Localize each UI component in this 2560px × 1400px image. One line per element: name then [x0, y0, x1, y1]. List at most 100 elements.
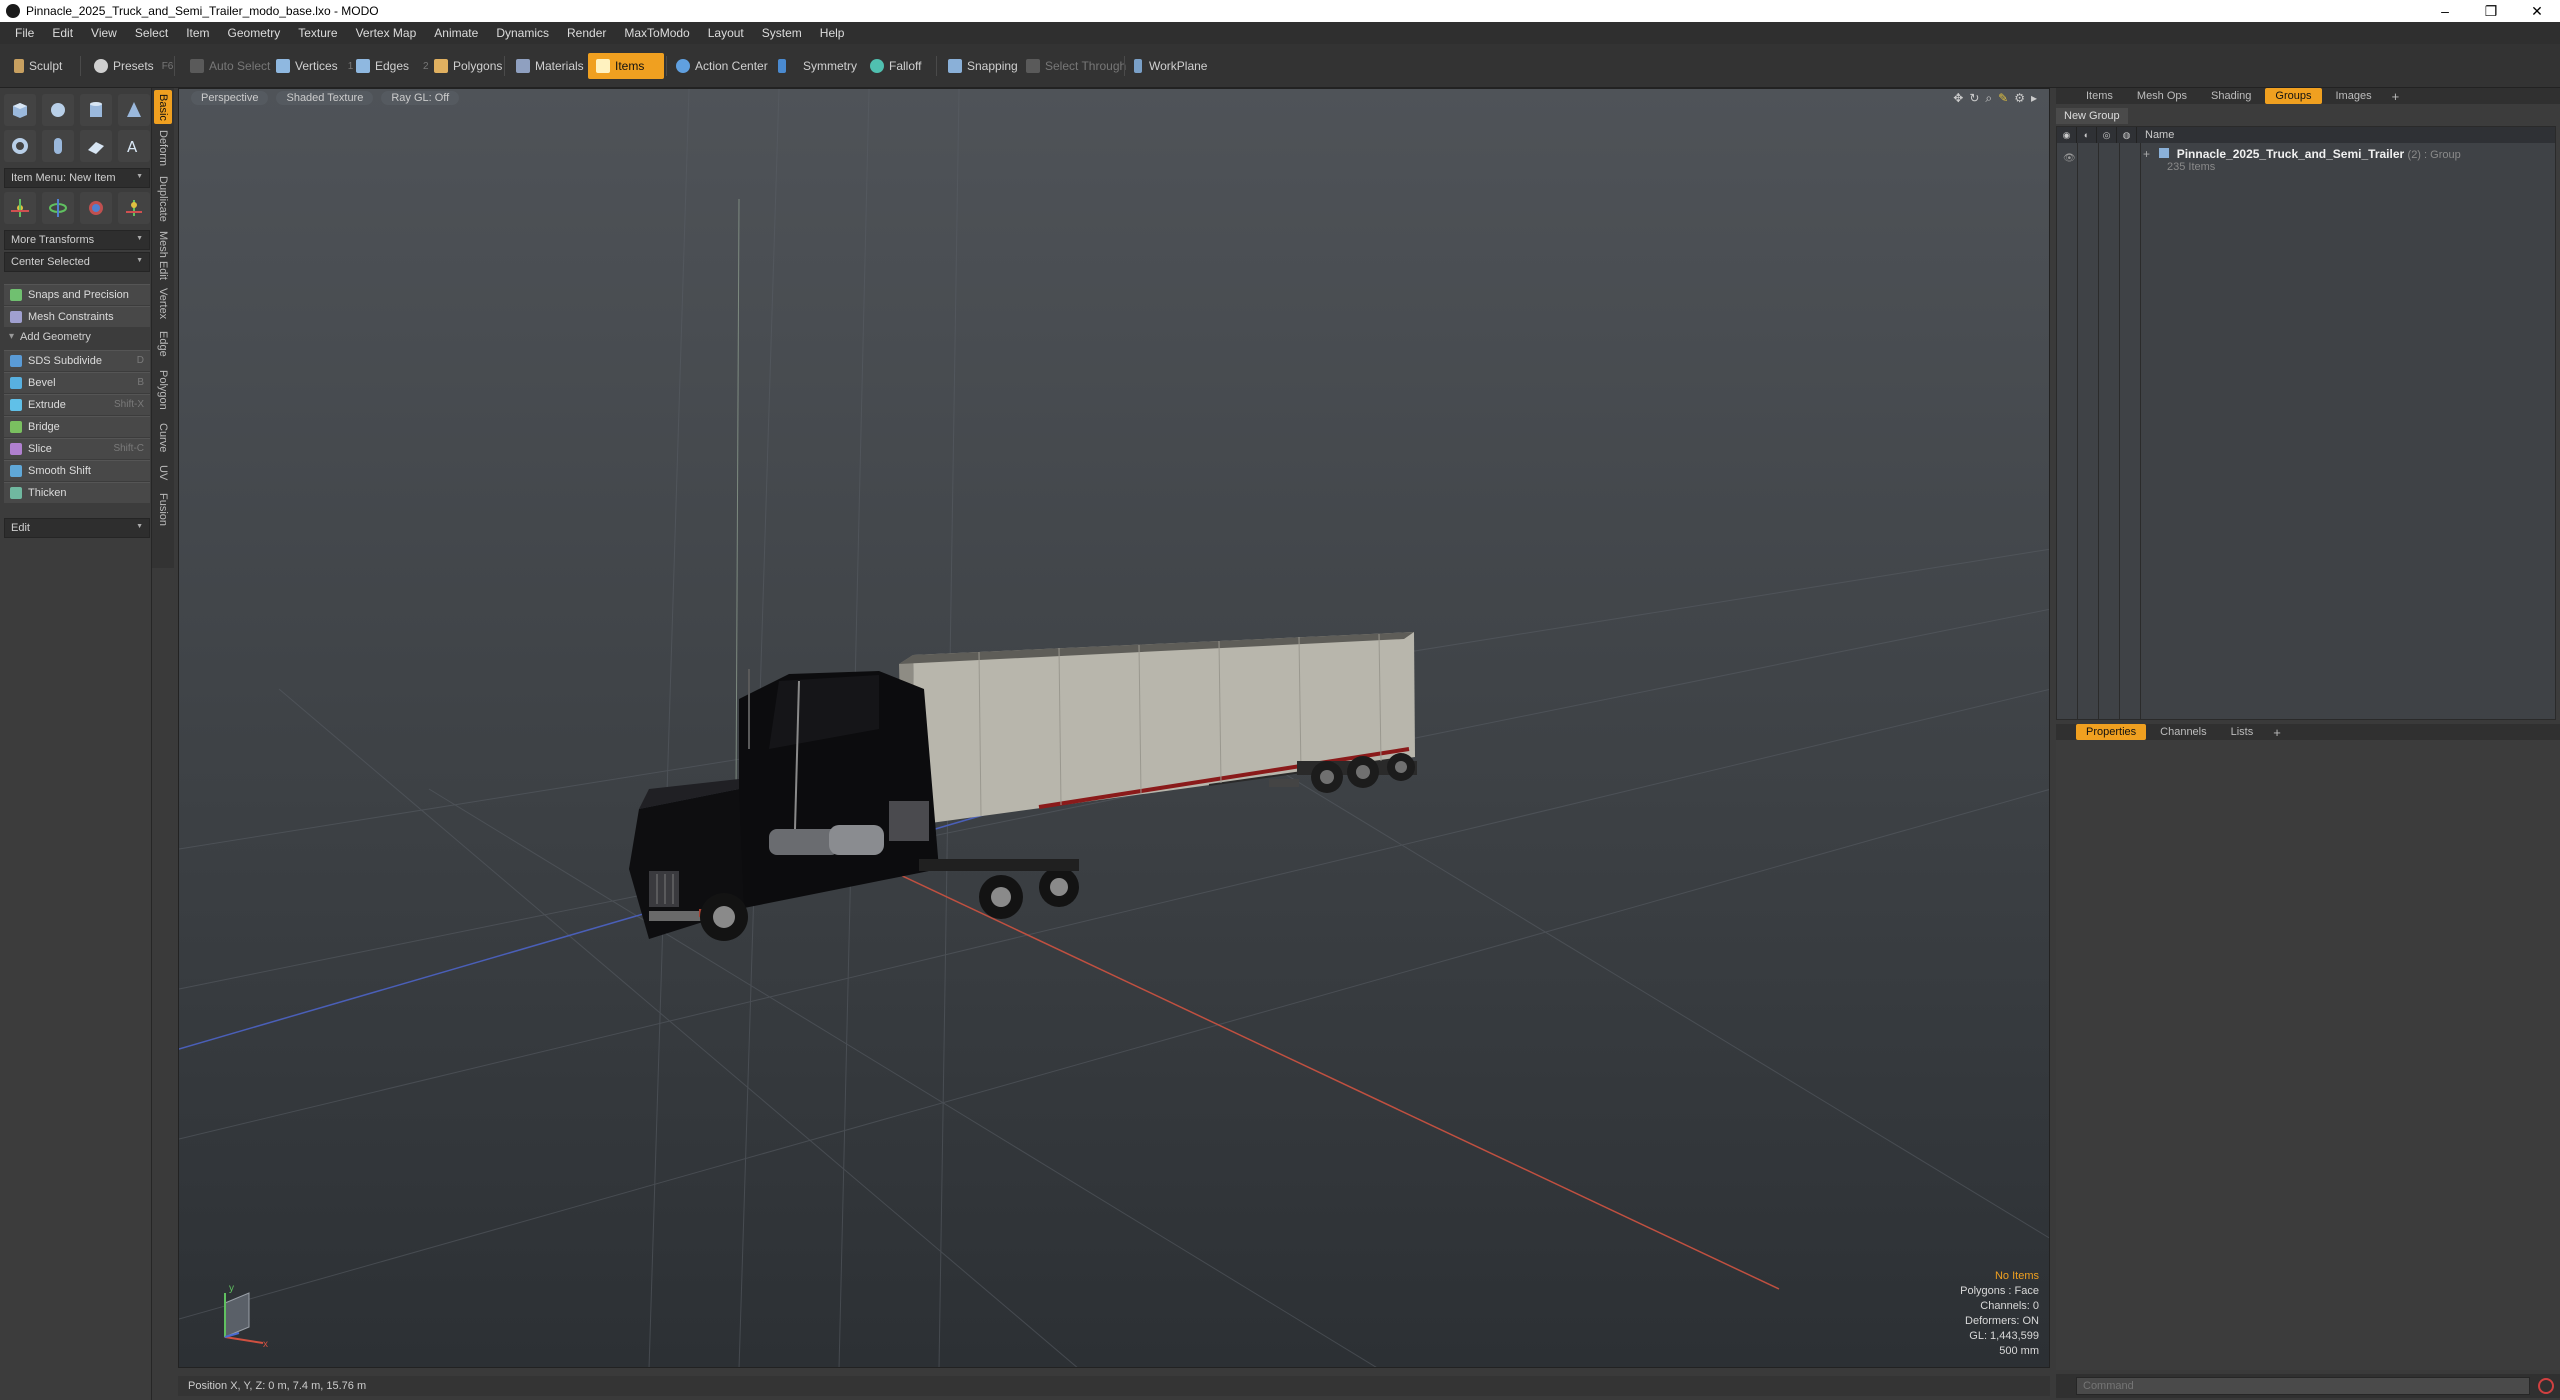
polygons-button[interactable]: Polygons [426, 53, 510, 79]
torus-icon[interactable] [4, 130, 36, 162]
extrude-button[interactable]: Extrude Shift-X [4, 394, 150, 415]
orbit-icon[interactable]: ↻ [1969, 91, 1979, 106]
cube-icon[interactable] [4, 94, 36, 126]
pan-icon[interactable]: ✥ [1953, 91, 1963, 106]
symmetry-button[interactable]: Symmetry [770, 53, 865, 79]
falloff-button[interactable]: Falloff [862, 53, 929, 79]
menu-help[interactable]: Help [811, 22, 854, 44]
menu-layout[interactable]: Layout [699, 22, 753, 44]
eye-toggle-icon[interactable]: 👁 [2063, 153, 2076, 164]
add-tab-icon[interactable]: + [2386, 89, 2406, 104]
menu-dynamics[interactable]: Dynamics [487, 22, 558, 44]
tab-vertex[interactable]: Vertex [154, 286, 172, 322]
tab-polygon[interactable]: Polygon [154, 366, 172, 414]
tab-properties[interactable]: Properties [2076, 724, 2147, 740]
cone-icon[interactable] [118, 94, 150, 126]
snaps-precision-button[interactable]: Snaps and Precision [4, 284, 150, 305]
tab-mesh-ops[interactable]: Mesh Ops [2127, 88, 2197, 104]
sphere-icon[interactable] [42, 94, 74, 126]
action-center-button[interactable]: Action Center [668, 53, 776, 79]
restore-icon[interactable]: ❐ [2468, 0, 2514, 22]
tab-uv[interactable]: UV [154, 462, 172, 484]
tab-duplicate[interactable]: Duplicate [154, 174, 172, 224]
menu-render[interactable]: Render [558, 22, 615, 44]
thicken-button[interactable]: Thicken [4, 482, 150, 503]
menu-view[interactable]: View [82, 22, 126, 44]
center-selected-dropdown[interactable]: Center Selected [4, 252, 150, 272]
plane-icon[interactable] [80, 130, 112, 162]
new-group-button[interactable]: New Group [2056, 108, 2128, 124]
tab-edge[interactable]: Edge [154, 328, 172, 360]
menu-texture[interactable]: Texture [289, 22, 346, 44]
menu-select[interactable]: Select [126, 22, 177, 44]
bevel-button[interactable]: Bevel B [4, 372, 150, 393]
cylinder-icon[interactable] [80, 94, 112, 126]
menu-vertex-map[interactable]: Vertex Map [347, 22, 426, 44]
tab-curve[interactable]: Curve [154, 420, 172, 456]
menu-animate[interactable]: Animate [425, 22, 487, 44]
menu-file[interactable]: File [6, 22, 43, 44]
zoom-icon[interactable]: ⌕ [1985, 91, 1992, 106]
close-icon[interactable]: ✕ [2514, 0, 2560, 22]
3d-viewport[interactable]: x y Perspective Shaded Texture Ray GL: O… [178, 88, 2050, 1368]
item-menu-dropdown[interactable]: Item Menu: New Item [4, 168, 150, 188]
menu-edit[interactable]: Edit [43, 22, 82, 44]
materials-button[interactable]: Materials [508, 53, 592, 79]
bridge-button[interactable]: Bridge [4, 416, 150, 437]
render-col-icon[interactable]: ◐ [2077, 127, 2097, 143]
tab-mesh-edit[interactable]: Mesh Edit [154, 230, 172, 280]
text-icon[interactable]: A [118, 130, 150, 162]
tab-channels[interactable]: Channels [2150, 724, 2216, 740]
scale-icon[interactable] [80, 192, 112, 224]
select-through-button[interactable]: Select Through [1018, 53, 1134, 79]
lock-col-icon[interactable]: ◎ [2097, 127, 2117, 143]
smooth-shift-button[interactable]: Smooth Shift [4, 460, 150, 481]
presets-button[interactable]: Presets F6 [86, 53, 181, 79]
tab-groups[interactable]: Groups [2265, 88, 2322, 104]
add-tab-icon[interactable]: + [2267, 725, 2287, 740]
select-col-icon[interactable]: ◍ [2117, 127, 2137, 143]
menu-system[interactable]: System [753, 22, 811, 44]
brush-tool-icon[interactable]: ✎ [1998, 91, 2008, 106]
tab-fusion[interactable]: Fusion [154, 490, 172, 530]
auto-select-button[interactable]: Auto Select [182, 53, 278, 79]
tab-lists[interactable]: Lists [2221, 724, 2264, 740]
record-icon[interactable] [2538, 1378, 2554, 1394]
command-input[interactable] [2076, 1377, 2530, 1395]
more-transforms-dropdown[interactable]: More Transforms [4, 230, 150, 250]
raygl-pill[interactable]: Ray GL: Off [381, 91, 460, 105]
add-geometry-header[interactable]: Add Geometry [4, 328, 150, 348]
tab-items[interactable]: Items [2076, 88, 2123, 104]
slice-button[interactable]: Slice Shift-C [4, 438, 150, 459]
expand-icon[interactable]: + [2143, 147, 2150, 161]
sds-subdivide-button[interactable]: SDS Subdivide D [4, 350, 150, 371]
mesh-constraints-button[interactable]: Mesh Constraints [4, 306, 150, 327]
edit-dropdown[interactable]: Edit [4, 518, 150, 538]
snapping-button[interactable]: Snapping [940, 53, 1026, 79]
scene-canvas[interactable]: x y [179, 89, 2050, 1368]
tab-images[interactable]: Images [2326, 88, 2382, 104]
items-button[interactable]: Items [588, 53, 664, 79]
minimize-icon[interactable]: – [2422, 0, 2468, 22]
tab-basic[interactable]: Basic [154, 90, 172, 124]
name-column-header[interactable]: Name [2137, 129, 2174, 141]
visibility-col-icon[interactable]: ◉ [2057, 127, 2077, 143]
workplane-button[interactable]: WorkPlane [1126, 53, 1215, 79]
tab-shading[interactable]: Shading [2201, 88, 2261, 104]
perspective-pill[interactable]: Perspective [191, 91, 269, 105]
tab-deform[interactable]: Deform [154, 128, 172, 168]
edges-button[interactable]: Edges 2 [348, 53, 437, 79]
viewport-expand-icon[interactable]: ▸ [2031, 91, 2037, 106]
capsule-icon[interactable] [42, 130, 74, 162]
menu-geometry[interactable]: Geometry [219, 22, 290, 44]
shading-pill[interactable]: Shaded Texture [276, 91, 374, 105]
transform-icon[interactable] [118, 192, 150, 224]
move-icon[interactable] [4, 192, 36, 224]
group-row[interactable]: + Pinnacle_2025_Truck_and_Semi_Trailer (… [2143, 147, 2553, 173]
sculpt-button[interactable]: Sculpt [6, 53, 70, 79]
viewport-settings-icon[interactable]: ⚙ [2014, 91, 2025, 106]
rotate-icon[interactable] [42, 192, 74, 224]
semi-trailer[interactable] [899, 632, 1417, 833]
menu-maxtomodo[interactable]: MaxToModo [615, 22, 698, 44]
menu-item[interactable]: Item [177, 22, 218, 44]
